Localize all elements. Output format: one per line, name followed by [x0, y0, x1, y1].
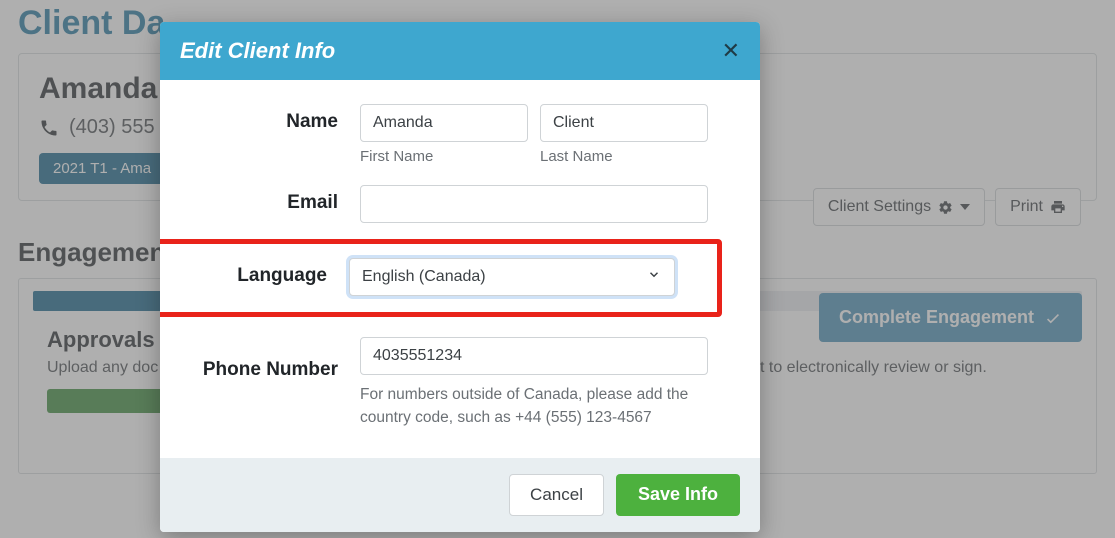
phone-field[interactable]: [360, 337, 708, 375]
phone-label: Phone Number: [160, 337, 360, 430]
language-highlight: Language: [160, 239, 722, 317]
cancel-button[interactable]: Cancel: [509, 474, 604, 516]
modal-title: Edit Client Info: [180, 38, 335, 64]
edit-client-modal: Edit Client Info ✕ Name First Name Last …: [160, 22, 760, 532]
last-name-field[interactable]: [540, 104, 708, 142]
phone-hint: For numbers outside of Canada, please ad…: [360, 383, 700, 430]
first-name-sublabel: First Name: [360, 148, 528, 165]
email-field[interactable]: [360, 185, 708, 223]
language-select[interactable]: [349, 258, 675, 296]
last-name-sublabel: Last Name: [540, 148, 708, 165]
first-name-field[interactable]: [360, 104, 528, 142]
email-label: Email: [160, 185, 360, 223]
close-icon[interactable]: ✕: [722, 40, 740, 62]
name-label: Name: [160, 104, 360, 165]
language-label: Language: [160, 258, 349, 296]
save-button[interactable]: Save Info: [616, 474, 740, 516]
